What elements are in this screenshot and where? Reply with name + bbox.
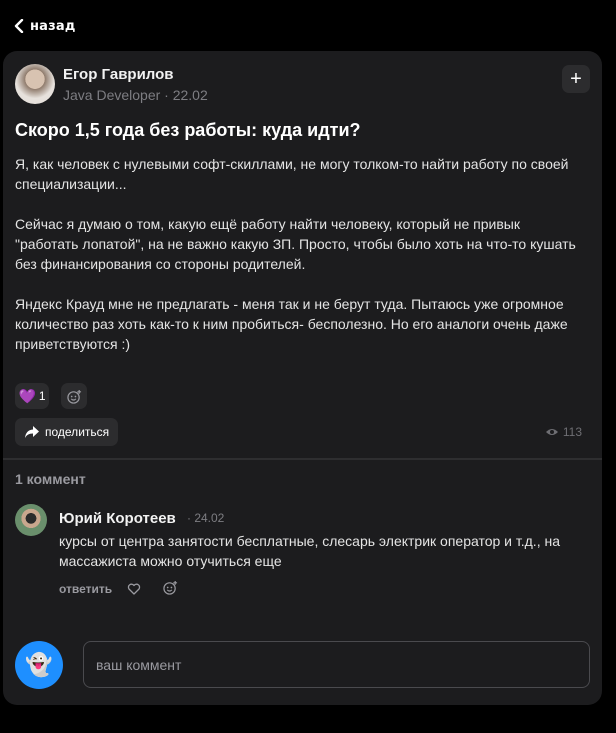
reaction-heart-button[interactable]: 💜 1 [15,383,49,409]
post-card: Егор Гаврилов Java Developer · 22.02 + С… [3,51,602,705]
share-arrow-icon [25,426,39,438]
post-paragraph: Я, как человек с нулевыми софт-скиллами,… [15,156,569,192]
author-avatar[interactable] [15,64,55,104]
back-label: назад [30,18,76,34]
comment-text: курсы от центра занятости бесплатные, сл… [59,533,560,569]
comments-count: 1 коммент [15,471,86,487]
reaction-count: 1 [38,389,46,403]
my-avatar: 👻 [15,641,63,689]
post-title: Скоро 1,5 года без работы: куда идти? [15,120,361,140]
divider [3,458,602,460]
purple-heart-icon: 💜 [18,387,36,404]
emoji-add-icon[interactable] [163,580,178,595]
author-meta: Java Developer · 22.02 [63,87,208,103]
views-counter: 113 [545,425,582,439]
author-name[interactable]: Егор Гаврилов [63,66,174,83]
share-button[interactable]: поделиться [15,418,119,446]
comment-date: · 24.02 [187,511,225,525]
back-button[interactable]: назад [14,16,76,36]
reply-button[interactable]: ответить [59,582,112,596]
chevron-left-icon [14,19,24,33]
eye-icon [545,429,558,435]
add-reaction-button[interactable] [61,383,87,409]
heart-outline-icon[interactable] [127,582,141,596]
ghost-icon: 👻 [25,652,53,677]
views-count: 113 [562,425,582,439]
comment-author-avatar[interactable] [15,504,47,536]
post-paragraph: Сейчас я думаю о том, какую ещё работу н… [15,216,576,272]
emoji-add-icon [66,389,81,404]
post-body: Я, как человек с нулевыми софт-скиллами,… [15,154,585,374]
share-label: поделиться [45,425,110,439]
post-paragraph: Яндекс Крауд мне не предлагать - меня та… [15,296,568,352]
comment-author-name[interactable]: Юрий Коротеев [59,510,176,527]
plus-button[interactable]: + [562,65,590,93]
comment-input[interactable] [83,641,590,688]
